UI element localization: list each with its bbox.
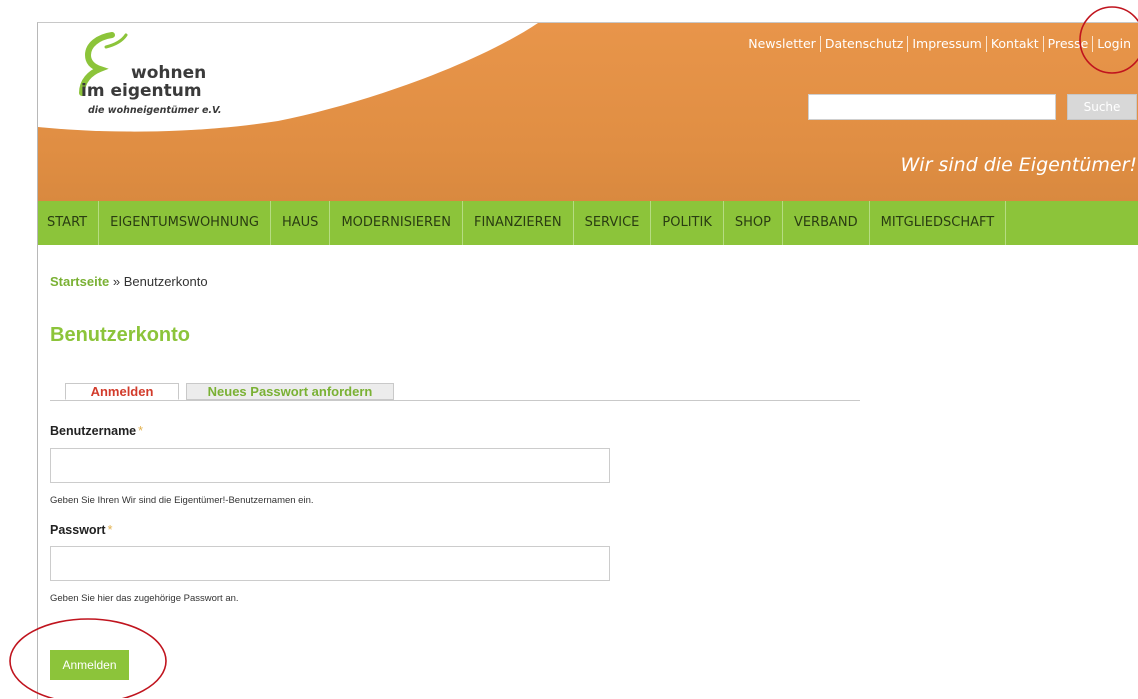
password-hint: Geben Sie hier das zugehörige Passwort a… <box>50 593 239 604</box>
username-hint: Geben Sie Ihren Wir sind die Eigentümer!… <box>50 495 314 506</box>
top-link-kontakt[interactable]: Kontakt <box>985 36 1043 52</box>
site-header: wohnen im eigentum die wohneigentümer e.… <box>38 23 1138 201</box>
breadcrumb-current: Benutzerkonto <box>123 274 208 289</box>
password-label-text: Passwort <box>50 523 106 537</box>
account-tabs: Anmelden Neues Passwort anfordern <box>50 383 860 401</box>
search-button[interactable]: Suche <box>1067 94 1137 120</box>
password-required-mark: * <box>107 523 113 537</box>
page-title: Benutzerkonto <box>50 324 190 346</box>
top-link-newsletter[interactable]: Newsletter <box>744 36 820 52</box>
search-input[interactable] <box>808 94 1056 120</box>
username-label-text: Benutzername <box>50 424 137 438</box>
nav-item-politik[interactable]: POLITIK <box>651 201 724 245</box>
nav-item-finanzieren[interactable]: FINANZIEREN <box>463 201 574 245</box>
top-utility-nav: Newsletter Datenschutz Impressum Kontakt… <box>744 36 1135 52</box>
nav-item-modernisieren[interactable]: MODERNISIEREN <box>330 201 463 245</box>
top-link-login[interactable]: Login <box>1092 36 1135 52</box>
logo-text-im-eigentum: im eigentum <box>81 81 202 101</box>
breadcrumb: Startseite » Benutzerkonto <box>50 274 208 289</box>
nav-item-mitgliedschaft[interactable]: MITGLIEDSCHAFT <box>870 201 1007 245</box>
nav-item-service[interactable]: SERVICE <box>574 201 652 245</box>
main-navigation: START EIGENTUMSWOHNUNG HAUS MODERNISIERE… <box>38 201 1138 245</box>
password-field[interactable] <box>50 546 610 581</box>
site-logo[interactable]: wohnen im eigentum die wohneigentümer e.… <box>76 29 306 129</box>
breadcrumb-home-link[interactable]: Startseite <box>50 274 109 289</box>
password-label: Passwort * <box>50 523 112 537</box>
nav-item-shop[interactable]: SHOP <box>724 201 783 245</box>
tab-login[interactable]: Anmelden <box>65 383 179 400</box>
top-link-datenschutz[interactable]: Datenschutz <box>819 36 908 52</box>
nav-item-eigentumswohnung[interactable]: EIGENTUMSWOHNUNG <box>99 201 271 245</box>
browser-page: wohnen im eigentum die wohneigentümer e.… <box>37 22 1138 699</box>
tab-new-password[interactable]: Neues Passwort anfordern <box>186 383 394 400</box>
logo-tagline: die wohneigentümer e.V. <box>88 105 222 116</box>
login-submit-button[interactable]: Anmelden <box>50 650 129 680</box>
site-slogan: Wir sind die Eigentümer! <box>900 154 1138 176</box>
nav-item-haus[interactable]: HAUS <box>271 201 331 245</box>
logo-text-wohnen: wohnen <box>131 63 207 83</box>
username-field[interactable] <box>50 448 610 483</box>
username-label: Benutzername * <box>50 424 143 438</box>
top-link-presse[interactable]: Presse <box>1042 36 1093 52</box>
username-required-mark: * <box>138 424 144 438</box>
breadcrumb-separator: » <box>112 274 121 289</box>
top-link-impressum[interactable]: Impressum <box>907 36 985 52</box>
nav-item-verband[interactable]: VERBAND <box>783 201 870 245</box>
nav-item-start[interactable]: START <box>38 201 100 245</box>
